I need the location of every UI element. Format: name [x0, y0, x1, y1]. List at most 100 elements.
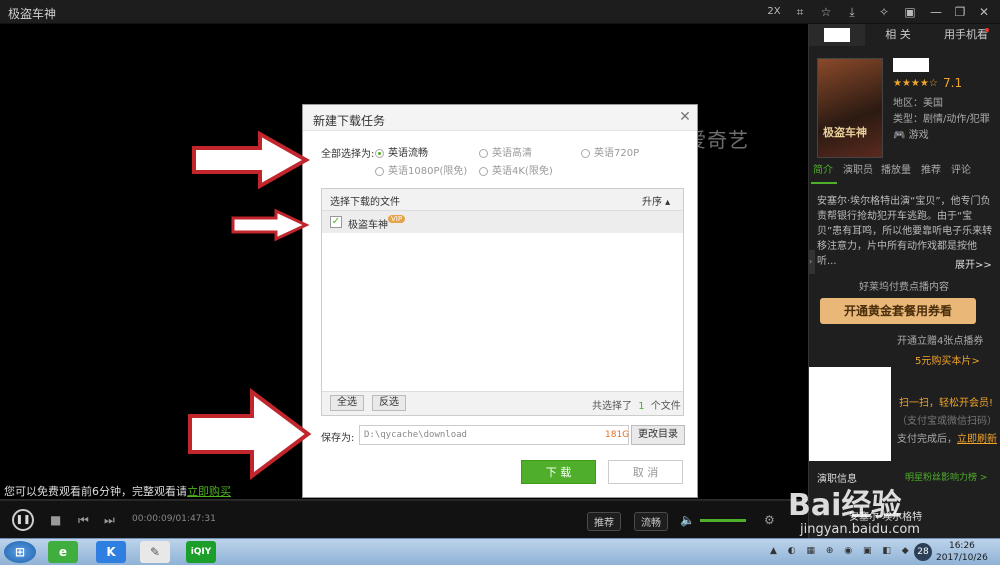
radio [375, 166, 384, 176]
tray-icons[interactable]: ▲ ◐ ▦ ⊕ ◉ ▣ ◧ ◆ ◈ [770, 546, 930, 556]
select-all-label: 全部选择为: [321, 149, 375, 160]
hollywood-tip: 好莱坞付费点播内容 [859, 282, 949, 293]
file-name: 极盗车神 [348, 220, 388, 231]
info-panel: 相 关 用手机看 极盗车神 ★★★★☆ 7.1 地区：美国 类型：剧情/动作/犯… [808, 24, 1000, 538]
start-button[interactable]: ⊞ [4, 541, 36, 563]
quality-option-3[interactable]: 英语720P [581, 144, 639, 159]
subtab-recommend[interactable]: 推荐 [921, 161, 941, 181]
quality-button[interactable]: 流畅 [634, 512, 668, 531]
taskbar-360-icon[interactable]: e [48, 541, 78, 563]
mini-mode-icon[interactable]: ▣ [900, 2, 920, 22]
settings-icon[interactable]: ⚙ [764, 513, 775, 527]
expand-link[interactable]: 展开>> [955, 256, 992, 271]
movie-poster[interactable] [817, 58, 883, 158]
collapse-handle[interactable]: › [809, 250, 815, 274]
rating-score: 7.1 [943, 76, 963, 90]
recommend-button[interactable]: 推荐 [587, 512, 621, 531]
region: 地区：美国 [893, 98, 943, 109]
fans-rank-link[interactable]: 明星粉丝影响力榜 > [905, 470, 987, 483]
save-as-label: 保存为: [321, 433, 355, 444]
system-clock[interactable]: 16:26 2017/10/26 [936, 540, 988, 564]
file-checkbox[interactable]: ✓ [330, 216, 342, 228]
favorite-star-icon[interactable]: ☆ [816, 2, 836, 22]
pin-icon[interactable]: ✧ [874, 2, 894, 22]
select-all-button[interactable]: 全选 [330, 395, 364, 411]
buy-single-link[interactable]: 5元购买本片> [915, 352, 980, 367]
clock-date: 2017/10/26 [936, 553, 988, 563]
subtab-comments[interactable]: 评论 [951, 161, 971, 181]
minimize-button[interactable]: — [926, 2, 946, 22]
next-icon[interactable]: ⏭ [104, 513, 115, 528]
file-list: 选择下载的文件 升序 ▴ ✓ 极盗车神 VIP 全选 反选 共选择了 1 个文件 [321, 188, 684, 416]
baidu-watermark: Bai经验 [788, 488, 902, 523]
sort-button[interactable]: 升序 ▴ [642, 193, 670, 208]
save-path-input[interactable]: D:\qycache\download [359, 425, 629, 445]
change-directory-button[interactable]: 更改目录 [631, 425, 685, 445]
taskbar-iqiyi-icon[interactable]: iQIY [186, 541, 216, 563]
download-dialog: 新建下载任务 ✕ 全部选择为: 英语流畅 英语高清 英语720P 英语1080P… [302, 104, 698, 498]
selection-count: 共选择了 1 个文件 [592, 397, 681, 412]
annotation-arrow-save [188, 388, 312, 480]
scan-refresh: 支付完成后，立即刷新 [897, 430, 997, 445]
quality-option-5[interactable]: 英语4K(限免) [479, 162, 553, 177]
subtab-intro[interactable]: 简介 [813, 161, 833, 181]
refresh-link[interactable]: 立即刷新 [957, 434, 997, 445]
baidu-url-watermark: jingyan.baidu.com [800, 522, 920, 537]
pause-button[interactable]: ❚❚ [12, 509, 34, 531]
annotation-arrow-file [231, 208, 310, 242]
vip-badge: VIP [388, 215, 406, 223]
invert-selection-button[interactable]: 反选 [372, 395, 406, 411]
file-header-label: 选择下载的文件 [330, 197, 400, 208]
subtab-views[interactable]: 播放量 [881, 161, 911, 181]
buy-now-link[interactable]: 立即购买 [187, 485, 231, 498]
dialog-close-button[interactable]: ✕ [677, 109, 693, 125]
scan-refresh-prefix: 支付完成后， [897, 434, 957, 445]
cancel-button[interactable]: 取 消 [608, 460, 683, 484]
quality-option-1[interactable]: 英语流畅 [375, 144, 428, 159]
volume-slider[interactable] [700, 519, 746, 522]
tab-mobile[interactable]: 用手机看 [931, 24, 1000, 46]
dialog-title: 新建下载任务 [313, 114, 386, 128]
free-preview-tip: 您可以免费观看前6分钟，完整观看请立即购买 [4, 483, 231, 499]
qr-code-area [809, 367, 891, 461]
file-row[interactable]: ✓ 极盗车神 VIP [322, 211, 683, 233]
radio [581, 148, 590, 158]
subtab-underline [811, 182, 837, 184]
download-button[interactable]: 下 载 [521, 460, 596, 484]
game-link[interactable]: 🎮 游戏 [893, 126, 929, 141]
taskbar-paint-icon[interactable]: ✎ [140, 541, 170, 563]
subtab-cast[interactable]: 演职员 [843, 161, 873, 181]
restore-button[interactable]: ❐ [950, 2, 970, 22]
previous-icon[interactable]: ⏮ [78, 513, 89, 528]
vip-package-button[interactable]: 开通黄金套餐用券看 [820, 298, 976, 324]
movie-title-redacted [893, 58, 929, 72]
selection-number: 1 [638, 401, 645, 412]
speed-2x-button[interactable]: 2X [764, 2, 784, 22]
selection-prefix: 共选择了 [592, 401, 632, 412]
download-icon[interactable]: ⤓ [842, 2, 862, 22]
crop-icon[interactable]: ⌗ [790, 2, 810, 22]
taskbar-k-icon[interactable]: K [96, 541, 126, 563]
notification-dot [985, 28, 989, 32]
title-bar: 极盗车神 2X ⌗ ☆ ⤓ ✧ ▣ — ❐ ✕ [0, 0, 1000, 24]
scan-title: 扫一扫，轻松开会员! [899, 398, 994, 409]
annotation-arrow-quality [192, 130, 310, 190]
quality-option-2[interactable]: 英语高清 [479, 144, 532, 159]
window-title: 极盗车神 [8, 7, 57, 21]
quality-option-4[interactable]: 英语1080P(限免) [375, 162, 467, 177]
poster-title: 极盗车神 [823, 126, 867, 139]
stop-icon[interactable]: ■ [50, 513, 61, 527]
tab-episodes[interactable] [809, 24, 865, 46]
free-tip-text: 您可以免费观看前6分钟，完整观看请 [4, 485, 187, 498]
control-bar: ❚❚ ■ ⏮ ⏭ 00:00:09/01:47:31 推荐 流畅 🔈 ⚙ [0, 500, 808, 538]
file-list-footer: 全选 反选 共选择了 1 个文件 [322, 391, 683, 415]
tab-related[interactable]: 相 关 [865, 24, 931, 46]
game-label: 游戏 [908, 130, 929, 141]
radio [479, 148, 488, 158]
close-window-button[interactable]: ✕ [974, 2, 994, 22]
clock-time: 16:26 [948, 541, 975, 551]
vip-gift-text: 开通立赠4张点播券 [897, 336, 984, 347]
file-list-header: 选择下载的文件 升序 ▴ [322, 189, 683, 211]
tray-badge[interactable]: 28 [914, 543, 932, 561]
volume-icon[interactable]: 🔈 [680, 513, 695, 527]
